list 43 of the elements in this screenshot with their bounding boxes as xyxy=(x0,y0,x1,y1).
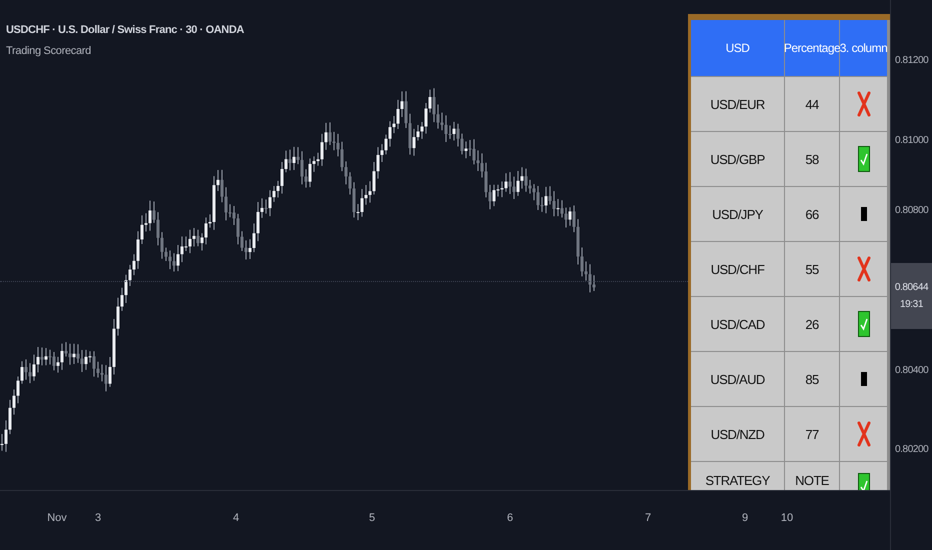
price-label: 0.80800 xyxy=(895,205,928,216)
check-icon xyxy=(858,146,870,172)
table-cell: USD/JPY xyxy=(691,187,784,241)
table-cell: 66 xyxy=(785,187,839,241)
price-label: 0.81000 xyxy=(895,135,928,146)
indicator-label: Trading Scorecard xyxy=(6,45,92,57)
date-label: 10 xyxy=(780,512,794,524)
price-label: 0.81200 xyxy=(895,55,928,66)
last-price: 0.80644 xyxy=(894,282,928,293)
table-cell: USD/NZD xyxy=(691,407,784,461)
table-cell: NOTE xyxy=(785,462,839,490)
square-icon xyxy=(860,372,866,386)
date-label: 3 xyxy=(94,512,102,524)
price-label: 0.80200 xyxy=(895,444,928,455)
price-label: 0.80400 xyxy=(895,365,928,376)
table-cell: 26 xyxy=(785,297,839,351)
cross-icon xyxy=(856,421,870,447)
column-header: 3. column xyxy=(840,20,887,76)
table-cell: 77 xyxy=(785,407,839,461)
cross-icon xyxy=(856,91,870,117)
cross-icon xyxy=(856,256,870,282)
date-label: 5 xyxy=(368,512,376,524)
column-header: USD xyxy=(691,20,784,76)
table-cell: STRATEGY xyxy=(691,462,784,490)
check-icon xyxy=(858,311,870,337)
table-cell: USD/GBP xyxy=(691,132,784,186)
table-cell: 58 xyxy=(785,132,839,186)
square-icon xyxy=(860,207,866,221)
table-cell: 85 xyxy=(785,352,839,406)
date-label: 6 xyxy=(506,512,514,524)
table-cell: USD/AUD xyxy=(691,352,784,406)
table-cell: 44 xyxy=(785,77,839,131)
table-cell: USD/EUR xyxy=(691,77,784,131)
table-cell: USD/CAD xyxy=(691,297,784,351)
table-cell: 55 xyxy=(785,242,839,296)
column-header: Percentage xyxy=(785,20,839,76)
countdown-timer: 19:31 xyxy=(900,299,924,310)
date-label: Nov xyxy=(47,512,67,524)
date-label: 4 xyxy=(232,512,240,524)
symbol-title: USDCHF · U.S. Dollar / Swiss Franc · 30 · OANDA xyxy=(6,24,244,36)
date-label: 7 xyxy=(644,512,652,524)
date-label: 9 xyxy=(742,512,748,524)
table-cell: USD/CHF xyxy=(691,242,784,296)
